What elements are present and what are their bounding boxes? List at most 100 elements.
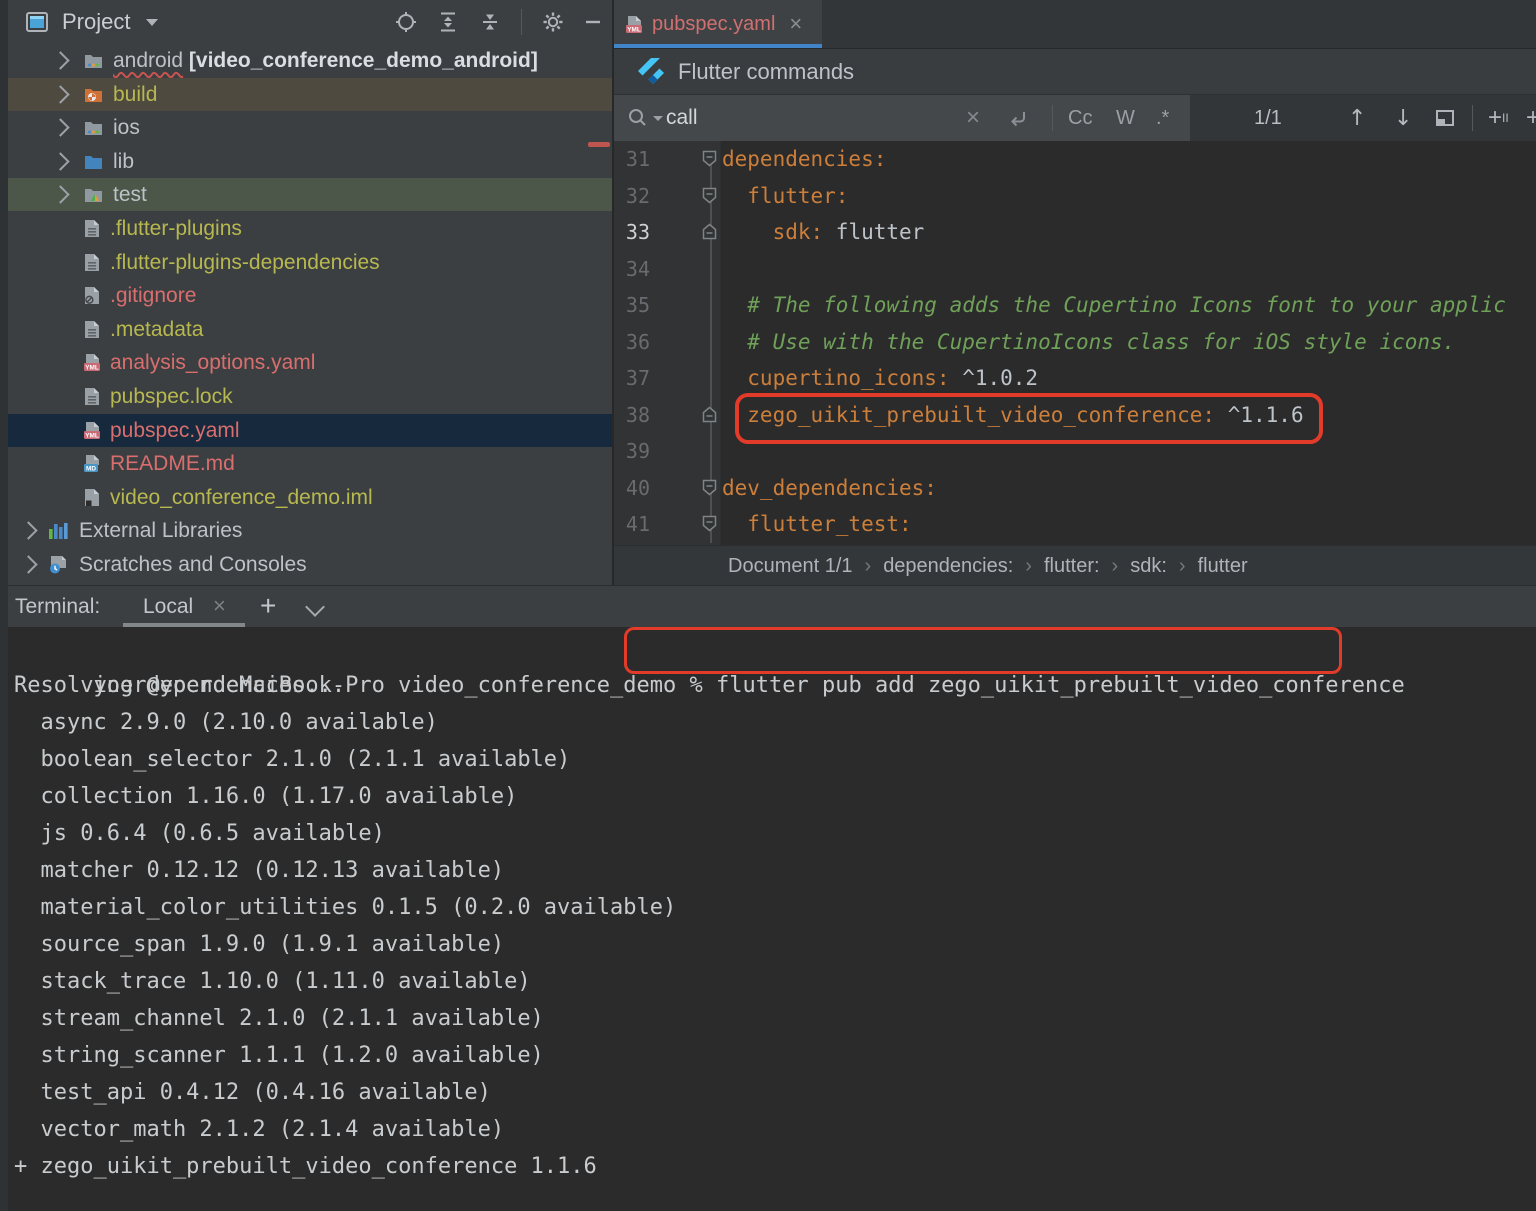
tree-item-test[interactable]: test bbox=[8, 178, 612, 211]
chevron-right-icon[interactable] bbox=[51, 152, 69, 170]
breadcrumb-separator: › bbox=[865, 555, 872, 578]
tree-item-readme[interactable]: MD README.md bbox=[8, 447, 612, 480]
ide-window: Project bbox=[0, 0, 1536, 1211]
code-text: dev_dependencies: bbox=[722, 470, 937, 507]
tree-item-pubspec-yaml[interactable]: YML pubspec.yaml bbox=[8, 414, 612, 447]
editor-tab-bar: YML pubspec.yaml × bbox=[614, 0, 1536, 49]
terminal-line: test_api 0.4.12 (0.4.16 available) bbox=[14, 1074, 491, 1111]
search-separator bbox=[1472, 105, 1473, 131]
code-line-35: 35 # The following adds the Cupertino Ic… bbox=[614, 287, 1536, 324]
code-editor[interactable]: 31 dependencies: 32 flutter: 33 sdk: bbox=[614, 141, 1536, 545]
breadcrumb-dependencies[interactable]: dependencies: bbox=[883, 555, 1013, 578]
chevron-down-icon bbox=[146, 19, 158, 26]
line-number: 36 bbox=[614, 324, 650, 361]
fold-region-start-icon[interactable] bbox=[702, 150, 717, 167]
tree-item-label: ios bbox=[113, 116, 140, 140]
chevron-right-icon[interactable] bbox=[19, 521, 37, 539]
fold-region-start-icon[interactable] bbox=[702, 479, 717, 496]
close-terminal-tab-icon[interactable]: × bbox=[213, 586, 226, 628]
flutter-commands-banner[interactable]: Flutter commands bbox=[614, 49, 1536, 95]
tree-item-android[interactable]: android [video_conference_demo_android] bbox=[8, 44, 612, 77]
fold-region-end-icon[interactable] bbox=[702, 406, 717, 423]
tab-label: pubspec.yaml bbox=[652, 13, 775, 36]
chevron-right-icon[interactable] bbox=[51, 51, 69, 69]
scratches-icon bbox=[48, 555, 69, 574]
locate-file-button[interactable] bbox=[395, 11, 417, 33]
line-number: 32 bbox=[614, 178, 650, 215]
tree-item-label: .flutter-plugins-dependencies bbox=[110, 251, 380, 275]
module-file-icon bbox=[84, 488, 100, 507]
tree-item-module-suffix: [video_conference_demo_android] bbox=[183, 49, 538, 73]
tree-item-lib[interactable]: lib bbox=[8, 145, 612, 178]
previous-match-icon[interactable]: ↑ bbox=[1348, 95, 1366, 141]
breadcrumb-separator: › bbox=[1112, 555, 1119, 578]
tree-item-flutter-plugins-dependencies[interactable]: .flutter-plugins-dependencies bbox=[8, 246, 612, 279]
tree-item-external-libraries[interactable]: External Libraries bbox=[8, 514, 612, 547]
terminal-output[interactable]: yoer@yoerdeMacBook-Pro video_conference_… bbox=[8, 627, 1536, 1211]
project-view-selector[interactable]: Project bbox=[26, 9, 158, 35]
tree-item-analysis-options[interactable]: YML analysis_options.yaml bbox=[8, 346, 612, 379]
expand-all-button[interactable] bbox=[437, 11, 459, 33]
breadcrumb-sdk[interactable]: sdk: bbox=[1130, 555, 1167, 578]
tree-item-flutter-plugins[interactable]: .flutter-plugins bbox=[8, 212, 612, 245]
find-input[interactable]: call × Cc W .* bbox=[614, 95, 1190, 141]
chevron-right-icon[interactable] bbox=[51, 185, 69, 203]
clear-search-icon[interactable]: × bbox=[966, 95, 980, 141]
fold-region-start-icon[interactable] bbox=[702, 515, 717, 532]
breadcrumb-document[interactable]: Document 1/1 bbox=[728, 555, 853, 578]
code-line-40: 40 dev_dependencies: bbox=[614, 470, 1536, 507]
search-icon[interactable] bbox=[626, 95, 663, 141]
code-line-36: 36 # Use with the CupertinoIcons class f… bbox=[614, 324, 1536, 361]
breadcrumb-flutter-value[interactable]: flutter bbox=[1198, 555, 1248, 578]
error-stripe-mark[interactable] bbox=[588, 142, 610, 147]
terminal-tab-local[interactable]: Local bbox=[143, 586, 193, 628]
code-text: flutter: bbox=[722, 178, 848, 215]
code-text: # The following adds the Cupertino Icons… bbox=[722, 287, 1506, 324]
hide-panel-button[interactable] bbox=[584, 11, 602, 33]
terminal-line: stack_trace 1.10.0 (1.11.0 available) bbox=[14, 963, 531, 1000]
svg-text:YML: YML bbox=[85, 433, 99, 440]
chevron-right-icon[interactable] bbox=[51, 118, 69, 136]
next-match-icon[interactable]: ↓ bbox=[1394, 95, 1412, 141]
settings-gear-icon[interactable] bbox=[542, 11, 564, 33]
code-text: sdk: flutter bbox=[722, 214, 924, 251]
clipped-toolbar-icon[interactable]: + bbox=[1526, 95, 1536, 141]
collapse-all-button[interactable] bbox=[479, 11, 501, 33]
terminal-line: js 0.6.4 (0.6.5 available) bbox=[14, 815, 385, 852]
regex-toggle[interactable]: .* bbox=[1156, 95, 1169, 141]
select-all-matches-icon[interactable] bbox=[1434, 95, 1456, 141]
search-query[interactable]: call bbox=[666, 95, 698, 141]
tree-item-gitignore[interactable]: .gitignore bbox=[8, 279, 612, 312]
toolbar-separator bbox=[521, 9, 522, 35]
fold-region-start-icon[interactable] bbox=[702, 187, 717, 204]
chevron-right-icon[interactable] bbox=[19, 555, 37, 573]
terminal-tab-bar: Terminal: Local × + bbox=[8, 585, 1536, 628]
breadcrumb-separator: › bbox=[1025, 555, 1032, 578]
editor-area: YML pubspec.yaml × Flutter commands call bbox=[614, 0, 1536, 585]
tree-item-video-conference-demo-iml[interactable]: video_conference_demo.iml bbox=[8, 481, 612, 514]
tree-item-ios[interactable]: ios bbox=[8, 111, 612, 144]
match-case-toggle[interactable]: Cc bbox=[1068, 95, 1092, 141]
chevron-right-icon[interactable] bbox=[51, 85, 69, 103]
tree-item-label: test bbox=[113, 183, 147, 207]
tab-pubspec-yaml[interactable]: YML pubspec.yaml × bbox=[614, 0, 822, 48]
tree-item-pubspec-lock[interactable]: pubspec.lock bbox=[8, 380, 612, 413]
line-number: 37 bbox=[614, 360, 650, 397]
text-file-icon bbox=[84, 219, 100, 238]
text-file-icon bbox=[84, 253, 100, 272]
add-selection-icon[interactable]: +II bbox=[1488, 95, 1509, 141]
breadcrumb-flutter[interactable]: flutter: bbox=[1044, 555, 1100, 578]
close-tab-icon[interactable]: × bbox=[789, 11, 802, 37]
fold-region-end-icon[interactable] bbox=[702, 223, 717, 240]
yaml-file-icon: YML bbox=[626, 15, 642, 34]
tree-item-build[interactable]: build bbox=[8, 78, 612, 111]
project-panel-title: Project bbox=[62, 9, 130, 35]
search-history-icon[interactable] bbox=[1006, 95, 1030, 141]
tree-item-label: lib bbox=[113, 150, 134, 174]
terminal-options-chevron-icon[interactable] bbox=[305, 597, 325, 617]
terminal-line: Resolving dependencies... bbox=[14, 667, 345, 704]
new-terminal-session-icon[interactable]: + bbox=[260, 586, 276, 628]
tree-item-scratches-and-consoles[interactable]: Scratches and Consoles bbox=[8, 548, 612, 581]
tree-item-metadata[interactable]: .metadata bbox=[8, 313, 612, 346]
whole-words-toggle[interactable]: W bbox=[1116, 95, 1135, 141]
